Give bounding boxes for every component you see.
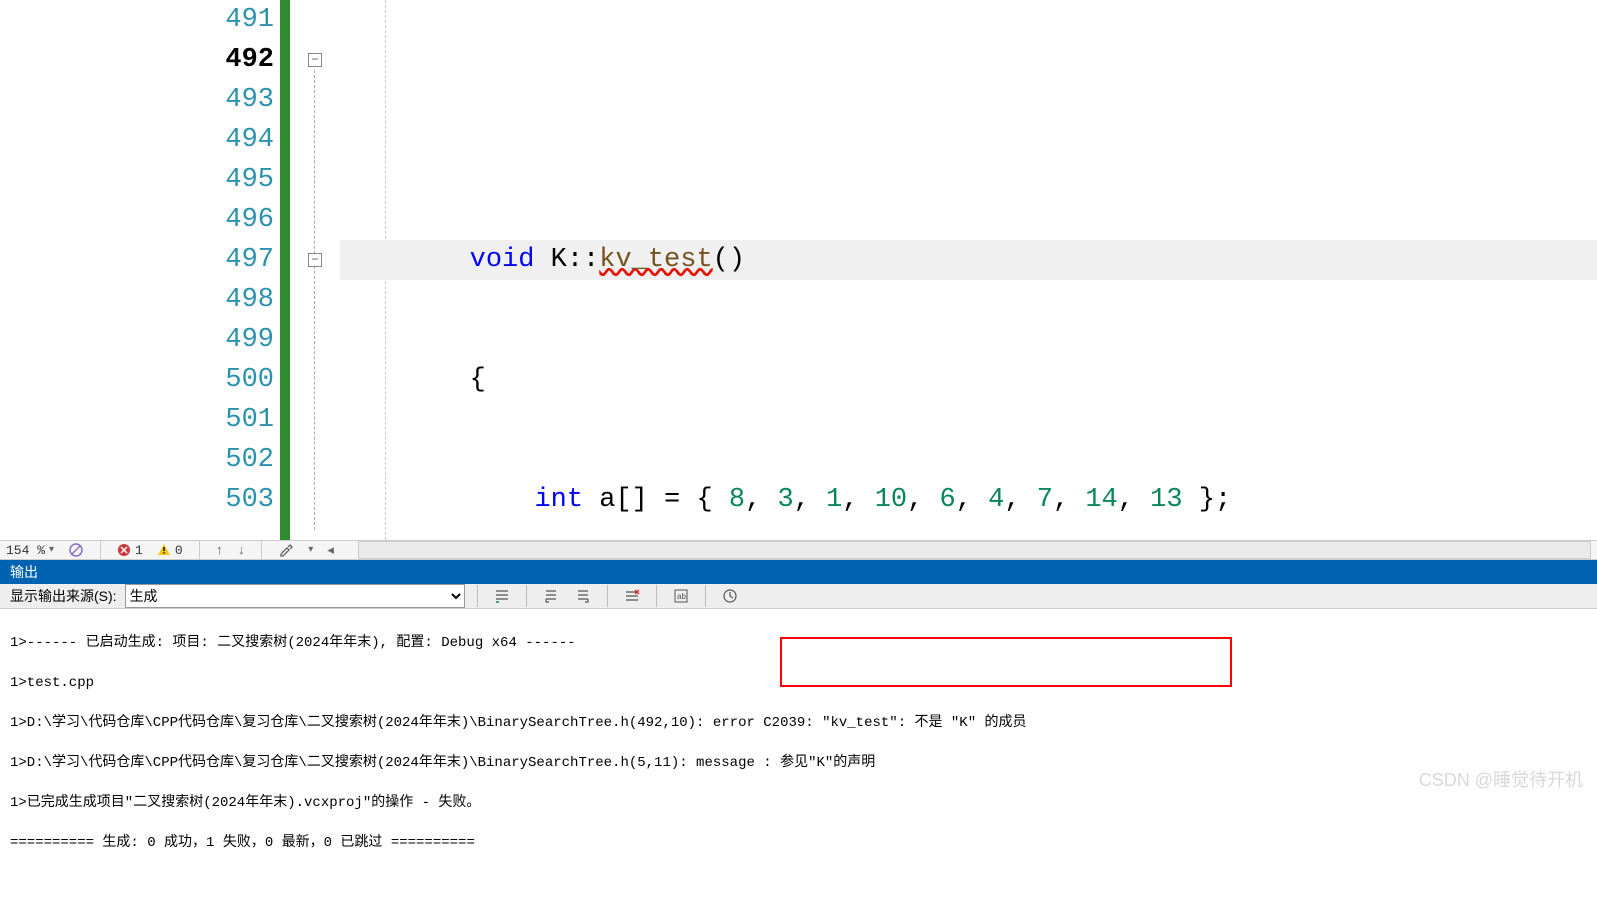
output-source-label: 显示输出来源(S): xyxy=(10,586,117,606)
output-line: ========== 生成: 0 成功，1 失败，0 最新，0 已跳过 ====… xyxy=(10,833,1587,853)
code-content[interactable]: void K::kv_test() { int a[] = { 8, 3, 1,… xyxy=(340,0,1597,540)
brush-icon[interactable] xyxy=(278,542,294,558)
step-back-icon[interactable] xyxy=(539,585,563,607)
output-line: 1>D:\学习\代码仓库\CPP代码仓库\复习仓库\二叉搜索树(2024年年末)… xyxy=(10,753,1587,773)
clear-icon[interactable] xyxy=(620,585,644,607)
no-issues-icon[interactable] xyxy=(68,542,84,558)
arrow-down-icon[interactable]: ↓ xyxy=(237,543,245,558)
scroll-left-icon[interactable]: ◂ xyxy=(327,543,334,558)
horizontal-scrollbar[interactable] xyxy=(358,541,1591,559)
editor-statusbar: 154 % ▾ 1 0 ↑ ↓ ▾ ◂ xyxy=(0,540,1597,560)
clock-icon[interactable] xyxy=(718,585,742,607)
code-editor[interactable]: 491 492 493 494 495 496 497 498 499 500 … xyxy=(0,0,1597,540)
change-marker xyxy=(280,0,290,540)
fold-column[interactable]: − − xyxy=(290,0,340,540)
fold-toggle-icon[interactable]: − xyxy=(308,53,322,67)
fold-guide xyxy=(314,70,315,530)
output-line: 1>D:\学习\代码仓库\CPP代码仓库\复习仓库\二叉搜索树(2024年年末)… xyxy=(10,713,1587,733)
chevron-down-icon[interactable]: ▾ xyxy=(49,544,54,556)
step-forward-icon[interactable] xyxy=(571,585,595,607)
error-count[interactable]: 1 xyxy=(117,543,143,558)
arrow-up-icon[interactable]: ↑ xyxy=(216,543,224,558)
indent-icon[interactable] xyxy=(490,585,514,607)
chevron-down-icon[interactable]: ▾ xyxy=(308,544,313,556)
wrap-icon[interactable]: ab xyxy=(669,585,693,607)
output-toolbar: 显示输出来源(S): 生成 ab xyxy=(0,584,1597,609)
zoom-level[interactable]: 154 % ▾ xyxy=(6,543,54,558)
zoom-value: 154 % xyxy=(6,543,45,558)
line-number-gutter: 491 492 493 494 495 496 497 498 499 500 … xyxy=(0,0,280,540)
warning-count[interactable]: 0 xyxy=(157,543,183,558)
output-source-select[interactable]: 生成 xyxy=(125,584,465,608)
output-line: 1>test.cpp xyxy=(10,673,1587,693)
svg-text:ab: ab xyxy=(677,592,686,601)
output-panel[interactable]: 1>------ 已启动生成: 项目: 二叉搜索树(2024年年末), 配置: … xyxy=(0,609,1597,897)
output-panel-title: 输出 xyxy=(0,560,1597,584)
fold-toggle-icon[interactable]: − xyxy=(308,253,322,267)
output-line: 1>已完成生成项目"二叉搜索树(2024年年末).vcxproj"的操作 - 失… xyxy=(10,793,1587,813)
output-line: 1>------ 已启动生成: 项目: 二叉搜索树(2024年年末), 配置: … xyxy=(10,633,1587,653)
